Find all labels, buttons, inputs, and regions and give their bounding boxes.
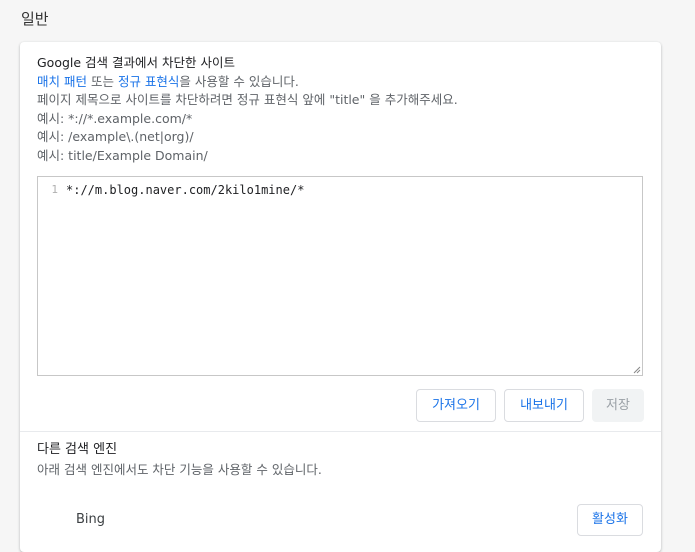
section-divider: [20, 431, 661, 432]
section-title: 일반: [21, 10, 49, 28]
other-engines-section: 다른 검색 엔진 아래 검색 엔진에서도 차단 기능을 사용할 수 있습니다.: [37, 441, 644, 481]
line-number: 1: [51, 183, 58, 196]
resize-handle-icon[interactable]: [633, 366, 641, 374]
usage-line: 매치 패턴 또는 정규 표현식을 사용할 수 있습니다.: [37, 73, 644, 92]
editor-content[interactable]: *://m.blog.naver.com/2kilo1mine/*: [66, 183, 304, 197]
blocklist-editor[interactable]: 1 *://m.blog.naver.com/2kilo1mine/*: [37, 176, 643, 376]
regex-link[interactable]: 정규 표현식: [118, 74, 179, 89]
blocked-sites-title: Google 검색 결과에서 차단한 사이트: [37, 55, 235, 70]
example-2: 예시: /example\.(net|org)/: [37, 129, 194, 144]
engine-name: Bing: [76, 512, 106, 527]
other-engines-title: 다른 검색 엔진: [37, 442, 118, 457]
other-engines-description: 아래 검색 엔진에서도 차단 기능을 사용할 수 있습니다.: [37, 462, 322, 477]
activate-bing-button[interactable]: 활성화: [577, 504, 643, 536]
usage-suffix-text: 을 사용할 수 있습니다.: [179, 73, 299, 89]
usage-or-text: 또는: [86, 73, 118, 89]
blocked-sites-description: Google 검색 결과에서 차단한 사이트 매치 패턴 또는 정규 표현식을 …: [37, 54, 644, 165]
import-button[interactable]: 가져오기: [416, 389, 496, 422]
match-pattern-link[interactable]: 매치 패턴: [37, 74, 87, 89]
title-hint: 페이지 제목으로 사이트를 차단하려면 정규 표현식 앞에 "title" 을 …: [37, 92, 458, 107]
save-button[interactable]: 저장: [592, 389, 644, 422]
example-1: 예시: *://*.example.com/*: [37, 110, 193, 126]
export-button[interactable]: 내보내기: [504, 389, 584, 422]
example-3: 예시: title/Example Domain/: [37, 147, 208, 163]
settings-card: Google 검색 결과에서 차단한 사이트 매치 패턴 또는 정규 표현식을 …: [20, 42, 661, 552]
engine-row-bing: Bing 활성화: [20, 502, 661, 538]
